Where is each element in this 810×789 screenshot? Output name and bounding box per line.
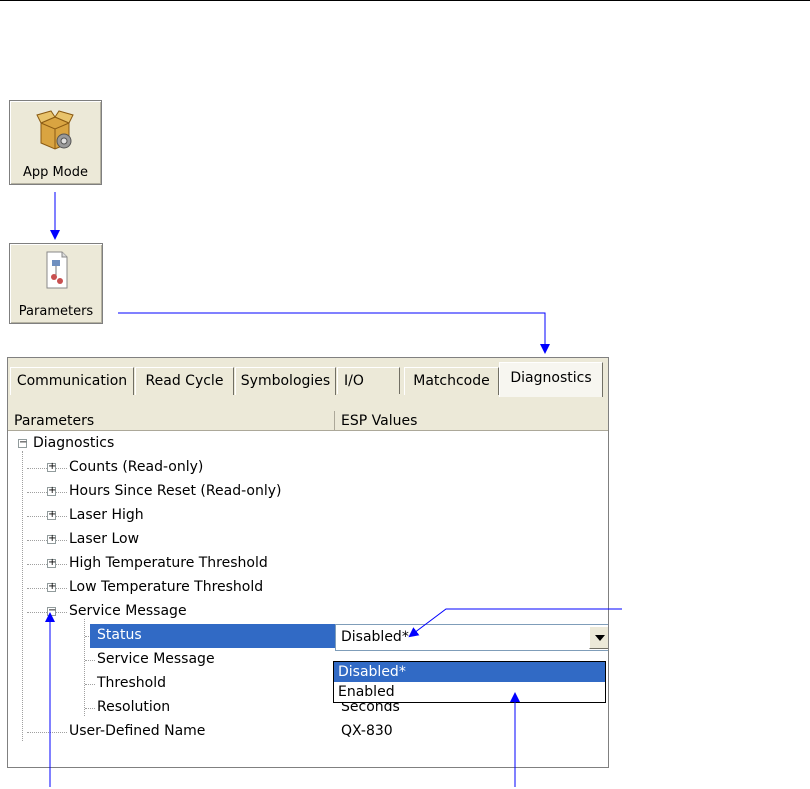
arrow-to-status-value: [408, 608, 622, 638]
callout-arrows: [45, 192, 622, 787]
arrow-parameters-to-diagnostics: [118, 312, 550, 354]
